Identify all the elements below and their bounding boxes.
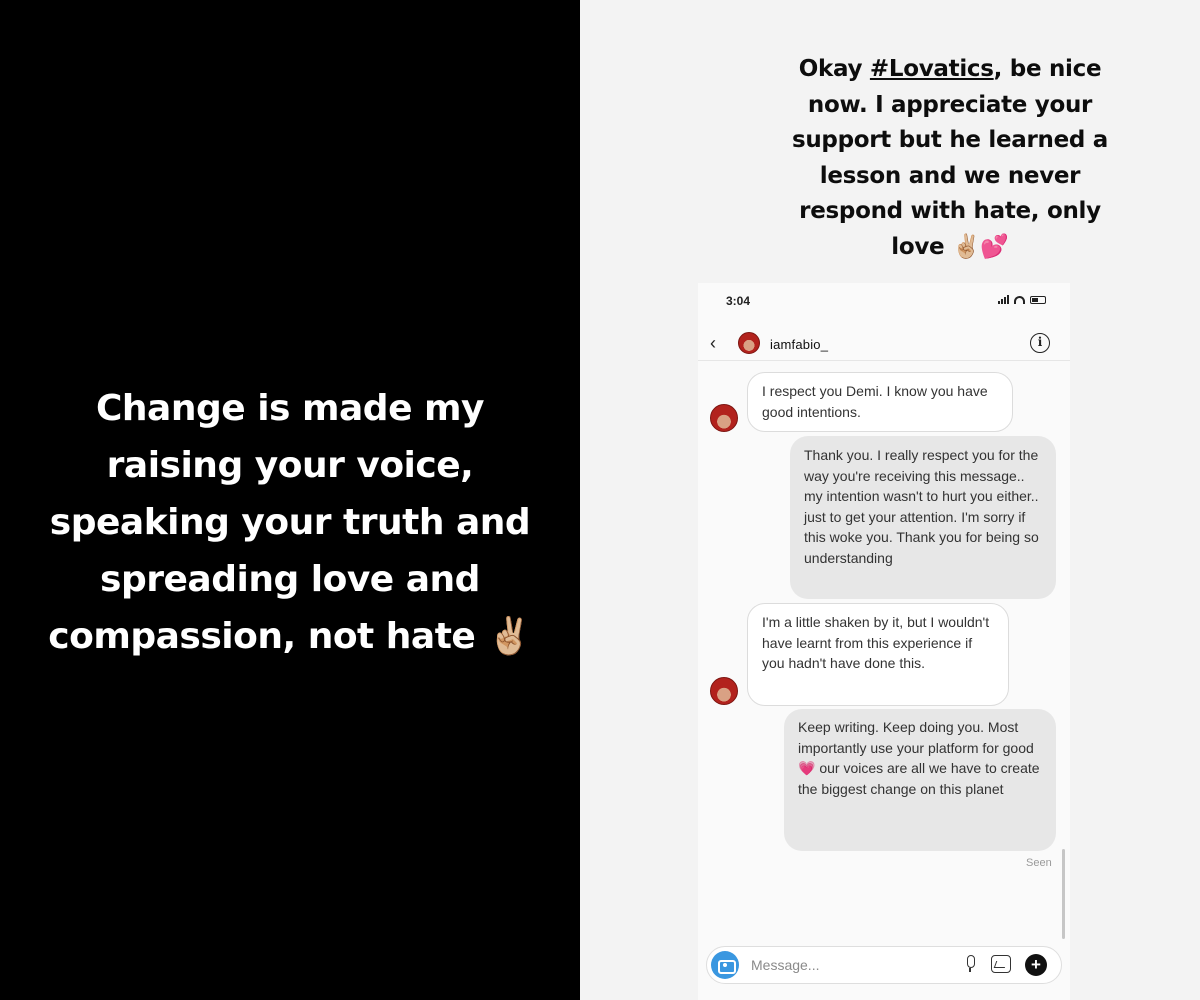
outgoing-message: Keep writing. Keep doing you. Most impor… xyxy=(784,709,1056,851)
message-composer: + xyxy=(706,946,1062,984)
left-story-panel: Change is made my raising your voice, sp… xyxy=(0,0,580,1000)
story-text-line: spreading love and xyxy=(100,559,480,600)
dm-screenshot: 3:04 ‹ iamfabio_ i I respect you Demi. I… xyxy=(698,283,1070,1000)
chevron-left-icon[interactable]: ‹ xyxy=(710,334,722,352)
camera-icon[interactable] xyxy=(711,951,739,979)
story-text-line: raising your voice, xyxy=(106,445,474,486)
status-icons xyxy=(998,295,1046,304)
status-bar: 3:04 xyxy=(698,291,1070,311)
chat-header: ‹ iamfabio_ i xyxy=(698,325,1070,361)
microphone-icon[interactable] xyxy=(965,955,975,972)
info-icon[interactable]: i xyxy=(1030,333,1050,353)
story-text-line: speaking your truth and xyxy=(49,502,531,543)
scrollbar[interactable] xyxy=(1062,849,1065,939)
story-caption: Okay #Lovatics, be nice now. I appreciat… xyxy=(775,52,1125,265)
message-input[interactable] xyxy=(751,955,951,975)
status-time: 3:04 xyxy=(726,294,751,308)
incoming-message: I respect you Demi. I know you have good… xyxy=(747,372,1013,432)
avatar[interactable] xyxy=(738,332,760,354)
gallery-icon[interactable] xyxy=(991,955,1011,973)
battery-icon xyxy=(1030,295,1046,304)
caption-text-after: , be nice now. I appreciate your support… xyxy=(791,56,1109,260)
story-text-line: Change is made my xyxy=(96,388,485,429)
story-text-line: compassion, not hate ✌🏼 xyxy=(48,616,532,657)
seen-label: Seen xyxy=(1026,857,1052,869)
sender-avatar[interactable] xyxy=(710,677,738,705)
wifi-icon xyxy=(1014,295,1025,304)
hashtag-link[interactable]: #Lovatics xyxy=(870,56,994,82)
chat-username[interactable]: iamfabio_ xyxy=(770,337,828,352)
heart-emoji: 💗 xyxy=(798,760,816,776)
outgoing-message: Thank you. I really respect you for the … xyxy=(790,436,1056,599)
caption-text-before: Okay xyxy=(798,56,870,82)
signal-icon xyxy=(998,295,1009,304)
story-text: Change is made my raising your voice, sp… xyxy=(0,380,580,665)
incoming-message: I'm a little shaken by it, but I wouldn'… xyxy=(747,603,1009,706)
sender-avatar[interactable] xyxy=(710,404,738,432)
plus-icon[interactable]: + xyxy=(1025,954,1047,976)
message-text: our voices are all we have to create the… xyxy=(798,760,1040,797)
message-text: Keep writing. Keep doing you. Most impor… xyxy=(798,719,1034,756)
